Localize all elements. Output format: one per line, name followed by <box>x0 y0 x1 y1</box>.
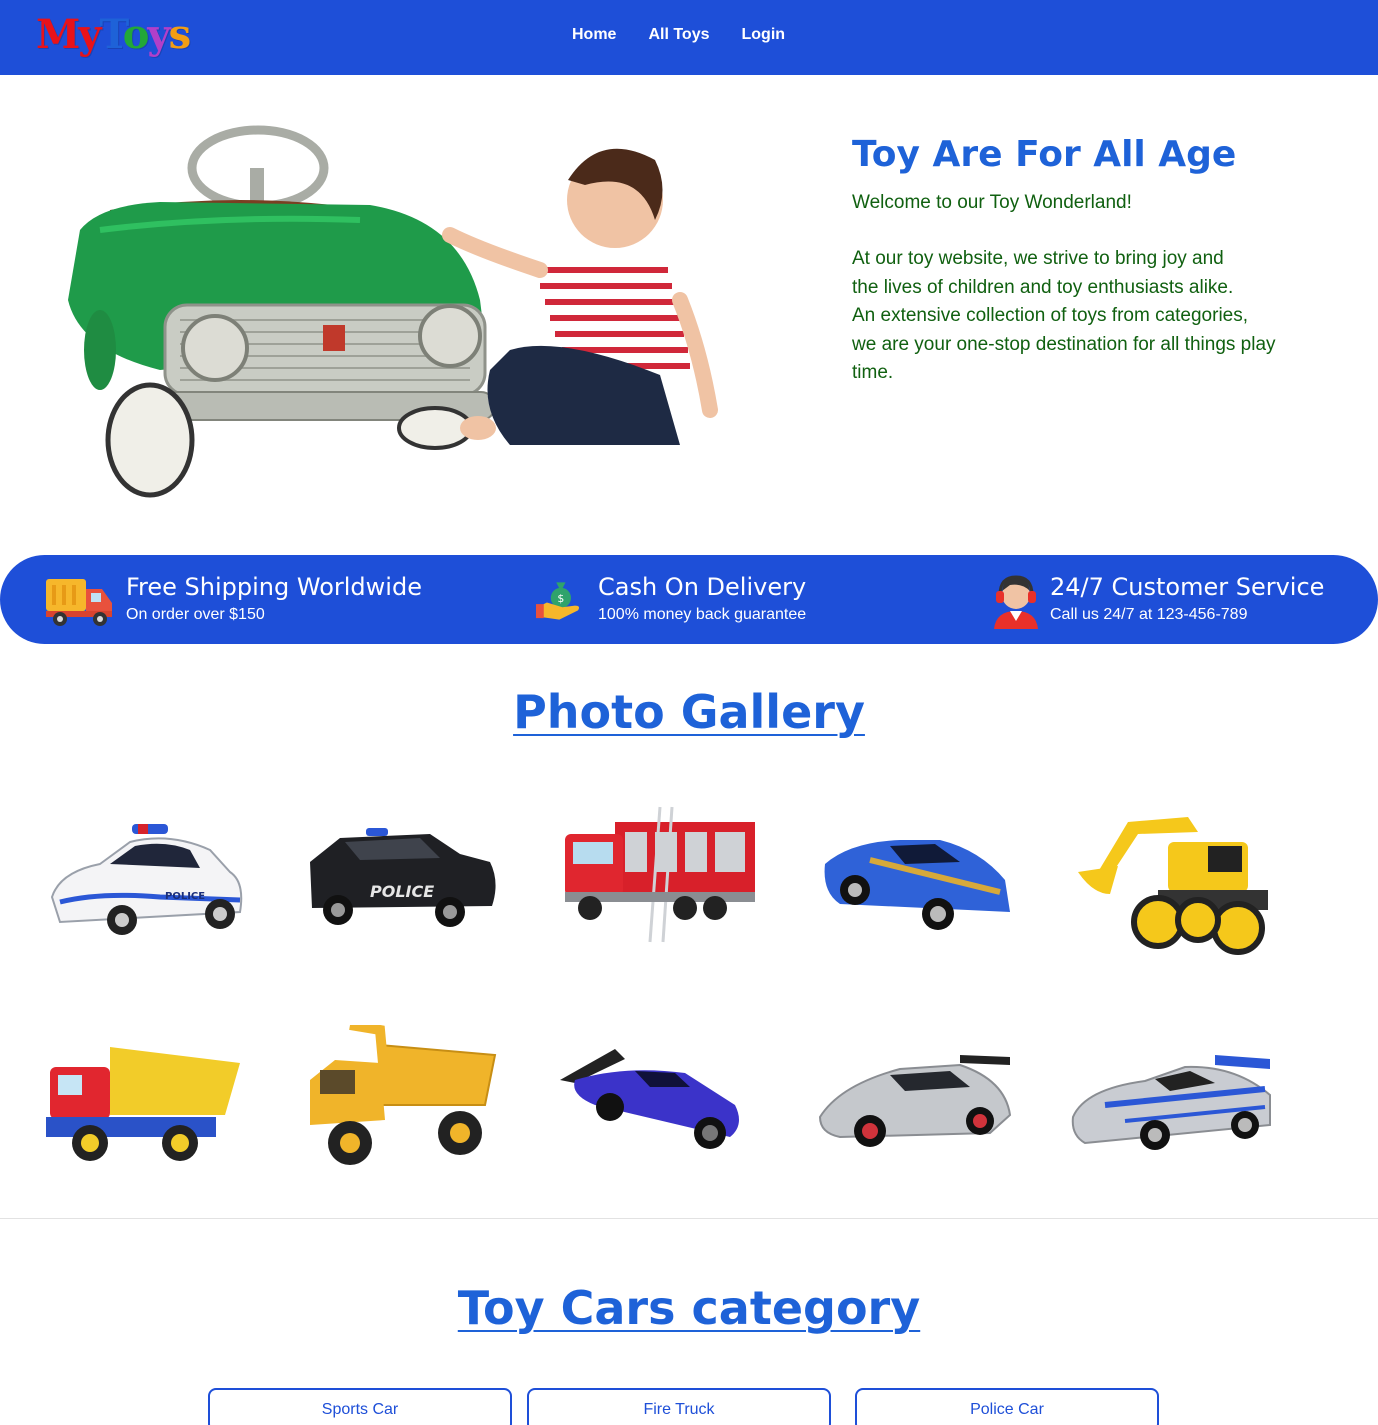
tab-police-car[interactable]: Police Car <box>855 1388 1159 1425</box>
feature-title: Cash On Delivery <box>598 573 807 601</box>
gallery-image-nissan-gtr-silver-blue[interactable] <box>1065 1025 1285 1185</box>
hero-welcome: Welcome to our Toy Wonderland! <box>852 192 1132 213</box>
feature-title: 24/7 Customer Service <box>1050 573 1325 601</box>
gallery-image-text: POLICE <box>370 882 434 901</box>
svg-text:$: $ <box>557 592 564 605</box>
tab-fire-truck[interactable]: Fire Truck <box>527 1388 831 1425</box>
gallery-image-police-car-white[interactable]: POLICE <box>40 802 260 962</box>
nav-link-login[interactable]: Login <box>742 24 786 48</box>
gallery-image-excavator-yellow[interactable] <box>1068 802 1288 962</box>
logo-letter: o <box>122 11 150 58</box>
logo-letter: M <box>36 11 80 58</box>
feature-subtitle: On order over $150 <box>126 606 265 623</box>
category-title: Toy Cars category <box>457 1281 921 1335</box>
hero-description-line: At our toy website, we strive to bring j… <box>852 248 1224 269</box>
gallery-image-dump-truck-yellow[interactable] <box>300 1020 520 1185</box>
site-logo[interactable]: MyToys <box>36 10 191 60</box>
hero-description-line: An extensive collection of toys from cat… <box>852 305 1249 326</box>
features-band: Free Shipping Worldwide On order over $1… <box>0 555 1378 644</box>
hero-description-line: time. <box>852 362 894 383</box>
gallery-image-fire-truck-red[interactable] <box>555 802 775 962</box>
gallery-image-police-suv-black[interactable]: POLICE <box>300 802 520 962</box>
logo-letter: y <box>147 11 170 58</box>
tab-sports-car[interactable]: Sports Car <box>208 1388 512 1425</box>
nav-link-all-toys[interactable]: All Toys <box>648 24 709 48</box>
hero-description-line: the lives of children and toy enthusiast… <box>852 276 1234 298</box>
nav-link-home[interactable]: Home <box>572 24 616 48</box>
gallery-image-race-car-purple[interactable] <box>555 1025 775 1185</box>
hero-description-line: we are your one-stop destination for all… <box>852 333 1276 355</box>
feature-subtitle: Call us 24/7 at 123-456-789 <box>1050 606 1248 623</box>
hero-image <box>40 110 760 510</box>
gallery-image-supercar-silver[interactable] <box>810 1025 1030 1185</box>
hero-text: Toy Are For All Age Welcome to our Toy W… <box>852 130 1332 388</box>
gallery-image-text: POLICE <box>165 891 205 902</box>
section-divider <box>0 1218 1378 1219</box>
logo-letter: s <box>168 11 191 58</box>
gallery-title: Photo Gallery <box>513 685 865 739</box>
delivery-truck-icon <box>44 573 116 629</box>
gallery-image-dump-truck-red-yellow[interactable] <box>40 1025 260 1185</box>
feature-title: Free Shipping Worldwide <box>126 573 422 601</box>
nav-links: Home All Toys Login <box>572 24 785 48</box>
feature-subtitle: 100% money back guarantee <box>598 606 807 623</box>
navbar: MyToys Home All Toys Login <box>0 0 1378 75</box>
hero-title: Toy Are For All Age <box>852 134 1237 175</box>
gallery-image-sports-car-blue[interactable] <box>810 802 1030 962</box>
logo-letter: y <box>78 11 101 58</box>
hero-description: At our toy website, we strive to bring j… <box>852 245 1332 388</box>
logo-letter: T <box>99 11 125 58</box>
